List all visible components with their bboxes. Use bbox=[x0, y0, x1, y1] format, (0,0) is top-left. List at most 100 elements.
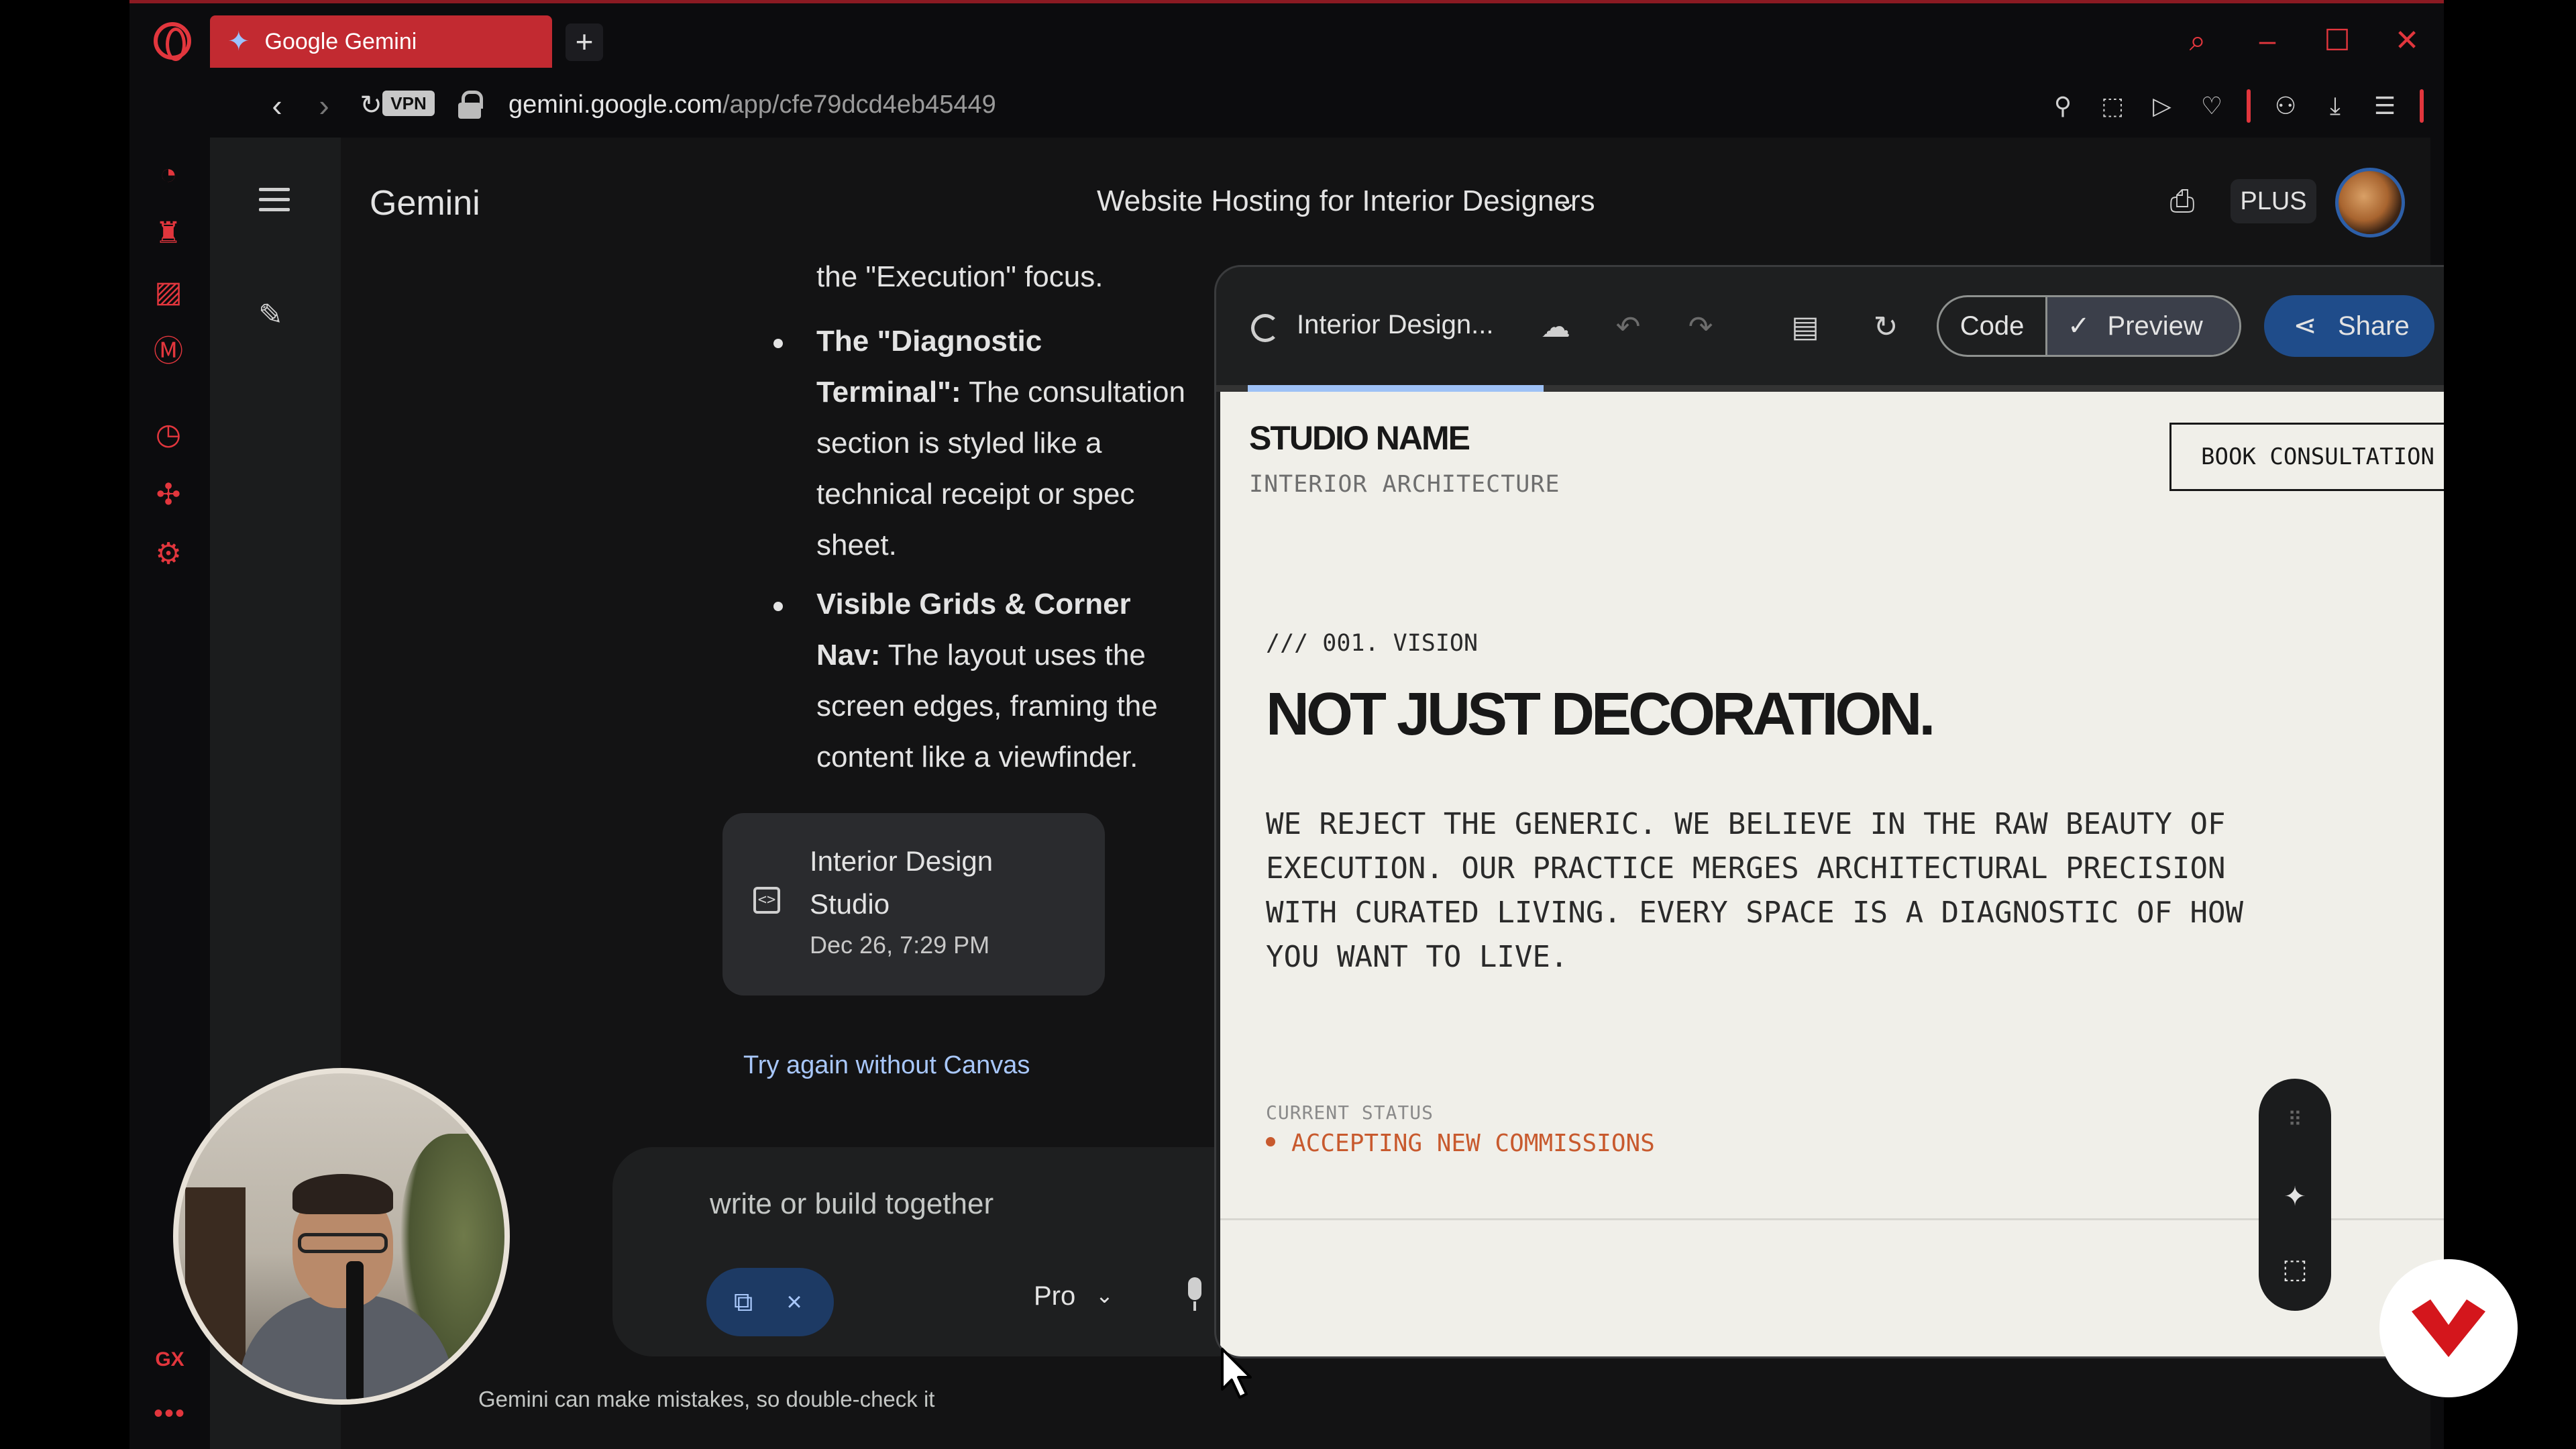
section-label: /// 001. VISION bbox=[1266, 630, 1479, 657]
webcam-microphone bbox=[346, 1261, 364, 1399]
url-path: /app/cfe79dcd4eb45449 bbox=[722, 91, 996, 119]
redo-icon[interactable]: ↷ bbox=[1682, 309, 1719, 346]
chevron-down-icon[interactable]: ⌄ bbox=[1095, 1279, 1114, 1312]
bullet-text: The layout uses the bbox=[880, 639, 1146, 672]
vpn-badge[interactable]: VPN bbox=[382, 91, 435, 116]
back-icon[interactable]: ‹ bbox=[257, 85, 297, 125]
code-file-icon: <> bbox=[753, 887, 780, 914]
menu-icon[interactable] bbox=[259, 188, 290, 215]
messenger-icon[interactable]: Ⓜ bbox=[150, 333, 187, 370]
forward-icon[interactable]: › bbox=[304, 85, 344, 125]
canvas-artifact-card[interactable]: <> Interior Design Studio Dec 26, 7:29 PM bbox=[722, 813, 1105, 996]
loading-spinner-icon bbox=[1251, 314, 1279, 342]
artifact-date: Dec 26, 7:29 PM bbox=[810, 931, 990, 959]
console-icon[interactable]: ▤ bbox=[1786, 309, 1824, 346]
bullet-dot bbox=[773, 339, 783, 348]
webcam-background-shelf bbox=[185, 1187, 246, 1389]
cloud-save-icon[interactable]: ☁ bbox=[1537, 309, 1574, 346]
extensions-icon[interactable]: ✣ bbox=[150, 476, 187, 514]
channel-logo bbox=[2379, 1259, 2518, 1397]
check-icon: ✓ bbox=[2068, 311, 2090, 341]
canvas-tool-chip[interactable]: ⧉ × bbox=[706, 1268, 834, 1336]
search-icon[interactable]: ⌕ bbox=[2181, 22, 2214, 60]
new-tab-button[interactable]: + bbox=[566, 23, 603, 61]
gx-label[interactable]: GX bbox=[150, 1348, 190, 1371]
refresh-icon[interactable]: ↻ bbox=[1867, 309, 1904, 346]
download-icon[interactable]: ⤓ bbox=[2320, 91, 2350, 121]
gx-corner-icon[interactable]: ♜ bbox=[150, 215, 187, 252]
pin-icon[interactable]: ⚲ bbox=[2048, 91, 2078, 121]
share-button[interactable]: ⋖ Share bbox=[2264, 295, 2434, 357]
studio-name[interactable]: STUDIO NAME bbox=[1249, 419, 1470, 458]
bullet-text-line: content like a viewfinder. bbox=[816, 741, 1138, 773]
bullet-text-line: sheet. bbox=[816, 529, 897, 561]
lock-icon[interactable] bbox=[453, 88, 486, 121]
twitch-icon[interactable]: ▨ bbox=[150, 274, 187, 311]
window-controls: ⌕ – ☐ ✕ bbox=[2181, 22, 2424, 60]
body-line: WE REJECT THE GENERIC. WE BELIEVE IN THE… bbox=[1266, 807, 2226, 841]
play-icon[interactable]: ▷ bbox=[2147, 91, 2177, 121]
close-icon[interactable]: ✕ bbox=[2390, 22, 2424, 60]
account-icon[interactable]: ⚇ bbox=[2271, 91, 2300, 121]
bullet-title: Nav: bbox=[816, 639, 881, 672]
canvas-title[interactable]: Interior Design... bbox=[1297, 310, 1493, 340]
history-icon[interactable]: ◷ bbox=[150, 416, 187, 453]
chevron-down-icon[interactable]: ⌄ bbox=[1557, 183, 1577, 221]
maximize-icon[interactable]: ☐ bbox=[2320, 22, 2354, 60]
url-field[interactable]: gemini.google.com/app/cfe79dcd4eb45449 bbox=[508, 88, 996, 121]
tab-google-gemini[interactable]: ✦ Google Gemini bbox=[210, 15, 552, 68]
model-selector[interactable]: Pro bbox=[1034, 1281, 1075, 1311]
status-label: CURRENT STATUS bbox=[1266, 1102, 1434, 1124]
conversation-title[interactable]: Website Hosting for Interior Designers bbox=[1097, 184, 1595, 218]
prompt-composer: write or build together ⧉ × Pro ⌄ bbox=[612, 1147, 1256, 1356]
load-progress-fill bbox=[1247, 385, 1544, 392]
plan-badge[interactable]: PLUS bbox=[2231, 179, 2316, 223]
minimize-icon[interactable]: – bbox=[2251, 22, 2284, 60]
drag-handle-icon[interactable]: ⠿ bbox=[2276, 1102, 2314, 1139]
print-icon[interactable]: ⎙ bbox=[2163, 182, 2201, 219]
share-label: Share bbox=[2338, 311, 2410, 341]
control-panel-icon[interactable]: ◔ bbox=[150, 156, 187, 193]
artifact-title-line: Interior Design bbox=[810, 845, 994, 877]
prompt-input[interactable]: write or build together bbox=[710, 1187, 994, 1221]
artifact-title-line: Studio bbox=[810, 888, 890, 920]
code-tab[interactable]: Code bbox=[1939, 297, 2047, 355]
gemini-brand[interactable]: Gemini bbox=[370, 183, 480, 223]
address-bar-actions: ⚲ ⬚ ▷ ♡ ⚇ ⤓ ☰ bbox=[2048, 89, 2424, 123]
undo-icon[interactable]: ↶ bbox=[1609, 309, 1647, 346]
webcam-person-hair bbox=[292, 1174, 393, 1214]
book-consultation-button[interactable]: BOOK CONSULTATION bbox=[2169, 423, 2444, 491]
body-line: YOU WANT TO LIVE. bbox=[1266, 940, 1568, 974]
gemini-app: ✎ Gemini the "Execution" focus. The "Dia… bbox=[210, 138, 2444, 1449]
sparkle-edit-icon[interactable]: ✦ bbox=[2276, 1178, 2314, 1216]
canvas-icon: ⧉ bbox=[733, 1287, 753, 1317]
new-chat-icon[interactable]: ✎ bbox=[258, 299, 292, 332]
tab-title: Google Gemini bbox=[264, 28, 417, 54]
opera-menu-icon[interactable] bbox=[154, 22, 191, 61]
bullet-text-line: section is styled like a bbox=[816, 427, 1102, 460]
select-element-icon[interactable]: ⬚ bbox=[2276, 1250, 2314, 1288]
toolbar-divider bbox=[2247, 89, 2251, 123]
webcam-person-glasses bbox=[298, 1233, 388, 1253]
bullet-title: The "Diagnostic bbox=[816, 325, 1042, 358]
studio-subtitle: INTERIOR ARCHITECTURE bbox=[1249, 471, 1560, 498]
body-line: WITH CURATED LIVING. EVERY SPACE IS A DI… bbox=[1266, 896, 2243, 930]
microphone-icon[interactable] bbox=[1175, 1275, 1215, 1315]
artifact-title: Interior Design Studio bbox=[810, 840, 1091, 926]
avatar[interactable] bbox=[2335, 168, 2405, 237]
share-icon: ⋖ bbox=[2293, 309, 2317, 341]
disclaimer: Gemini can make mistakes, so double-chec… bbox=[478, 1387, 935, 1411]
code-preview-toggle: Code ✓ Preview bbox=[1937, 295, 2241, 357]
settings-icon[interactable]: ⚙ bbox=[150, 535, 187, 573]
bullet-text-line: technical receipt or spec bbox=[816, 478, 1135, 511]
channel-logo-mark bbox=[2412, 1299, 2485, 1357]
bullet-text-line: screen edges, framing the bbox=[816, 690, 1158, 722]
section-body: WE REJECT THE GENERIC. WE BELIEVE IN THE… bbox=[1266, 802, 2373, 979]
heart-icon[interactable]: ♡ bbox=[2197, 91, 2226, 121]
preview-tab[interactable]: ✓ Preview bbox=[2047, 297, 2239, 355]
try-without-canvas-link[interactable]: Try again without Canvas bbox=[743, 1051, 1030, 1080]
easy-setup-icon[interactable]: ☰ bbox=[2370, 91, 2400, 121]
remove-chip-icon[interactable]: × bbox=[779, 1285, 810, 1319]
snapshot-icon[interactable]: ⬚ bbox=[2098, 91, 2127, 121]
more-icon[interactable]: ••• bbox=[150, 1399, 190, 1429]
